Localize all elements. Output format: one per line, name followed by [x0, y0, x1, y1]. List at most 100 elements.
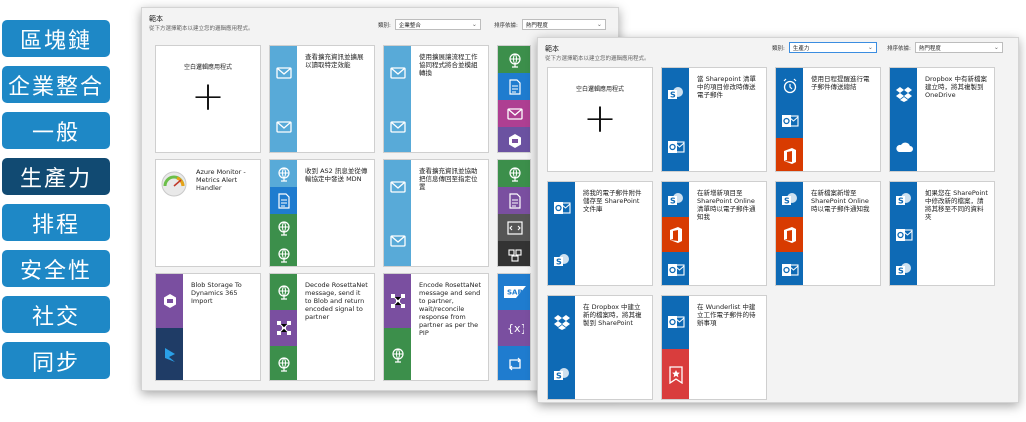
window-subtitle: 從下方選擇範本以建立您的邏輯應用程式。	[545, 56, 650, 62]
category-button-sync[interactable]: 同步	[2, 342, 110, 379]
sort-select[interactable]: 熱門程度 ⌄	[914, 42, 1003, 53]
alarm-icon	[782, 78, 798, 94]
outlook-icon	[667, 314, 685, 330]
template-card[interactable]	[497, 45, 531, 153]
template-card[interactable]: S 在新檔案新增至 SharePoint Online 時以電子郵件通知我	[775, 181, 881, 286]
template-card[interactable]: S 當 Sharepoint 清單中的項目修改時傳送電子郵件	[661, 67, 767, 172]
connector-tile	[890, 217, 917, 252]
globe-icon	[276, 284, 292, 300]
template-card[interactable]: 在 Wunderlist 中建立工作電子郵件的待辦事項	[661, 295, 767, 400]
dynamics-icon	[163, 347, 177, 363]
template-description: 查看擴充資訊並擴展以讀取特定效能	[305, 53, 364, 69]
connector-tile: S	[890, 252, 917, 285]
connector-tile	[384, 46, 411, 100]
connector-tile: S	[548, 234, 575, 285]
globe-icon	[507, 166, 523, 182]
category-button-general[interactable]: 一般	[2, 112, 110, 149]
connector-tile	[776, 103, 803, 138]
category-select-value: 生產力	[792, 45, 810, 52]
template-card[interactable]: SAP {x}	[497, 273, 531, 381]
network-icon	[276, 320, 292, 336]
connector-tile: S	[776, 182, 803, 217]
chevron-down-icon: ⌄	[596, 21, 602, 28]
template-card[interactable]: S 在 Dropbox 中建立新的檔案時，將其複製到 SharePoint	[547, 295, 653, 400]
dropbox-icon	[895, 86, 913, 103]
blank-template-label: 空白邏輯應用程式	[183, 64, 232, 71]
category-button-social[interactable]: 社交	[2, 296, 110, 333]
template-card[interactable]	[497, 159, 531, 267]
connector-tile: {x}	[498, 310, 530, 346]
template-card[interactable]: Blob Storage To Dynamics 365 Import	[155, 273, 261, 381]
connector-tile	[662, 252, 689, 285]
category-button-enterprise-integration[interactable]: 企業整合	[2, 66, 110, 103]
connector-tile	[890, 120, 917, 171]
template-card[interactable]: 使用擴展讓流程工作協同程式將合並模組轉換	[383, 45, 489, 153]
chevron-down-icon: ⌄	[867, 44, 873, 51]
svg-text:S: S	[556, 257, 562, 266]
document-icon	[508, 192, 522, 209]
category-button-security[interactable]: 安全性	[2, 250, 110, 287]
category-select[interactable]: 企業整合 ⌄	[394, 19, 481, 30]
globe-icon	[276, 220, 292, 236]
sort-select-value: 熱門程度	[918, 45, 941, 52]
template-description: 使用擴展讓流程工作協同程式將合並模組轉換	[419, 53, 478, 77]
category-filter-label: 類別:	[772, 45, 785, 52]
category-button-schedule[interactable]: 排程	[2, 204, 110, 241]
connector-tile	[270, 214, 297, 241]
template-card[interactable]: Decode RosettaNet message, send it to Bl…	[269, 273, 375, 381]
window-subtitle: 從下方選擇範本以建立您的邏輯應用程式。	[149, 26, 254, 32]
template-card[interactable]: Azure Monitor - Metrics Alert Handler	[155, 159, 261, 267]
window-title: 範本	[545, 45, 559, 53]
code-icon	[507, 220, 523, 235]
plus-icon: +	[583, 96, 617, 142]
globe-icon	[507, 52, 523, 68]
outlook-icon	[781, 262, 799, 278]
connector-tile	[498, 160, 530, 187]
category-button-blockchain[interactable]: 區塊鏈	[2, 20, 110, 57]
connector-tile	[498, 214, 530, 241]
globe-icon	[276, 166, 292, 182]
template-card[interactable]: S S 如果您在 SharePoint 中修改新的檔案，請將其移至不同的資料夾	[889, 181, 995, 286]
category-select[interactable]: 生產力 ⌄	[788, 42, 877, 53]
connector-tile	[270, 100, 297, 152]
gauge-icon	[160, 170, 188, 202]
connector-tile	[384, 274, 411, 328]
connector-tile: S	[662, 68, 689, 121]
connector-tile	[270, 346, 297, 380]
connector-tile	[384, 100, 411, 152]
envelope-icon	[389, 181, 406, 193]
connector-tile	[156, 274, 183, 328]
template-description: Dropbox 中有新檔案建立時，將其複製到 OneDrive	[925, 75, 987, 99]
connector-tile	[662, 296, 689, 349]
template-description: 在新增新項目至 SharePoint Online 清單時以電子郵件通知我	[697, 189, 756, 221]
connector-tile	[498, 73, 530, 100]
globe-icon	[390, 347, 406, 363]
template-card[interactable]: 查看擴充資訊並協助把信息傳回至指定位置	[383, 159, 489, 267]
category-filter: 類別: 生產力 ⌄	[772, 42, 877, 53]
hexagon-icon	[507, 133, 523, 149]
template-description: 在 Dropbox 中建立新的檔案時，將其複製到 SharePoint	[583, 303, 642, 327]
sharepoint-icon: S	[781, 192, 799, 208]
template-card[interactable]: 收到 AS2 訊息並從傳輸協定中發送 MDN	[269, 159, 375, 267]
sort-select[interactable]: 熱門程度 ⌄	[521, 19, 606, 30]
template-card[interactable]: 使用日程提醒進行電子郵件傳送總結	[775, 67, 881, 172]
connector-tile	[662, 348, 689, 399]
template-description: 收到 AS2 訊息並從傳輸協定中發送 MDN	[305, 167, 368, 183]
connector-tile	[384, 328, 411, 380]
connector-tile	[384, 214, 411, 266]
category-button-productivity[interactable]: 生產力	[2, 158, 110, 195]
chevron-down-icon: ⌄	[993, 44, 999, 51]
template-card[interactable]: 空白邏輯應用程式 +	[547, 67, 653, 172]
connector-tile: S	[890, 182, 917, 217]
template-description: 查看擴充資訊並協助把信息傳回至指定位置	[419, 167, 478, 191]
template-card[interactable]: Encode RosettaNet message and send to pa…	[383, 273, 489, 381]
template-card[interactable]: S 在新增新項目至 SharePoint Online 清單時以電子郵件通知我	[661, 181, 767, 286]
office-icon	[782, 226, 798, 244]
connector-tile	[498, 46, 530, 73]
connector-tile	[270, 187, 297, 214]
template-card[interactable]: 查看擴充資訊並擴展以讀取特定效能	[269, 45, 375, 153]
connector-tile	[498, 187, 530, 214]
template-card[interactable]: Dropbox 中有新檔案建立時，將其複製到 OneDrive	[889, 67, 995, 172]
template-card[interactable]: 空白邏輯應用程式 +	[155, 45, 261, 153]
template-card[interactable]: S 將我的電子郵件附件儲存至 SharePoint 文件庫	[547, 181, 653, 286]
